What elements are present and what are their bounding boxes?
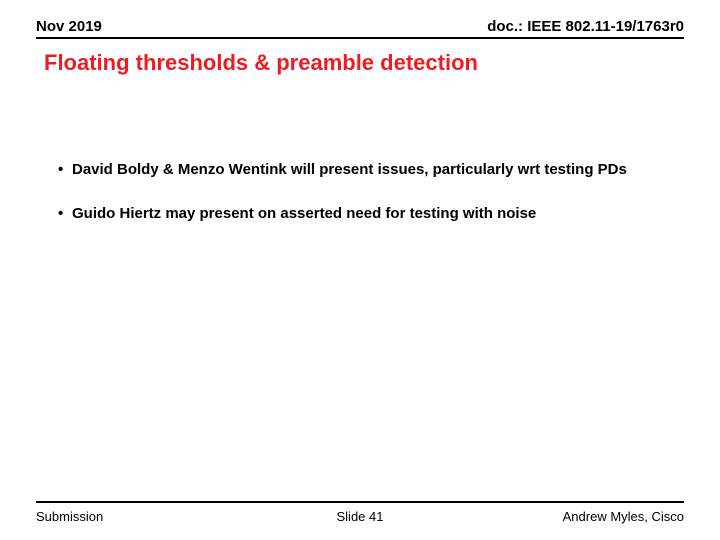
bullet-dot-icon: • (58, 204, 72, 224)
bullet-item: • Guido Hiertz may present on asserted n… (58, 204, 660, 224)
header-date: Nov 2019 (36, 18, 102, 35)
footer-author: Andrew Myles, Cisco (563, 509, 684, 524)
bullet-text: David Boldy & Menzo Wentink will present… (72, 160, 660, 180)
slide-title: Floating thresholds & preamble detection (44, 50, 684, 76)
bullet-dot-icon: • (58, 160, 72, 180)
header-doc: doc.: IEEE 802.11-19/1763r0 (487, 18, 684, 35)
body: • David Boldy & Menzo Wentink will prese… (58, 160, 660, 249)
footer-row: Slide 41 Submission Andrew Myles, Cisco (36, 509, 684, 524)
slide: Nov 2019 doc.: IEEE 802.11-19/1763r0 Flo… (0, 0, 720, 540)
header-row: Nov 2019 doc.: IEEE 802.11-19/1763r0 (36, 18, 684, 39)
footer-left: Submission (36, 509, 103, 524)
bullet-text: Guido Hiertz may present on asserted nee… (72, 204, 660, 224)
header: Nov 2019 doc.: IEEE 802.11-19/1763r0 (36, 18, 684, 39)
footer: Slide 41 Submission Andrew Myles, Cisco (36, 501, 684, 524)
footer-rule (36, 501, 684, 503)
bullet-item: • David Boldy & Menzo Wentink will prese… (58, 160, 660, 180)
